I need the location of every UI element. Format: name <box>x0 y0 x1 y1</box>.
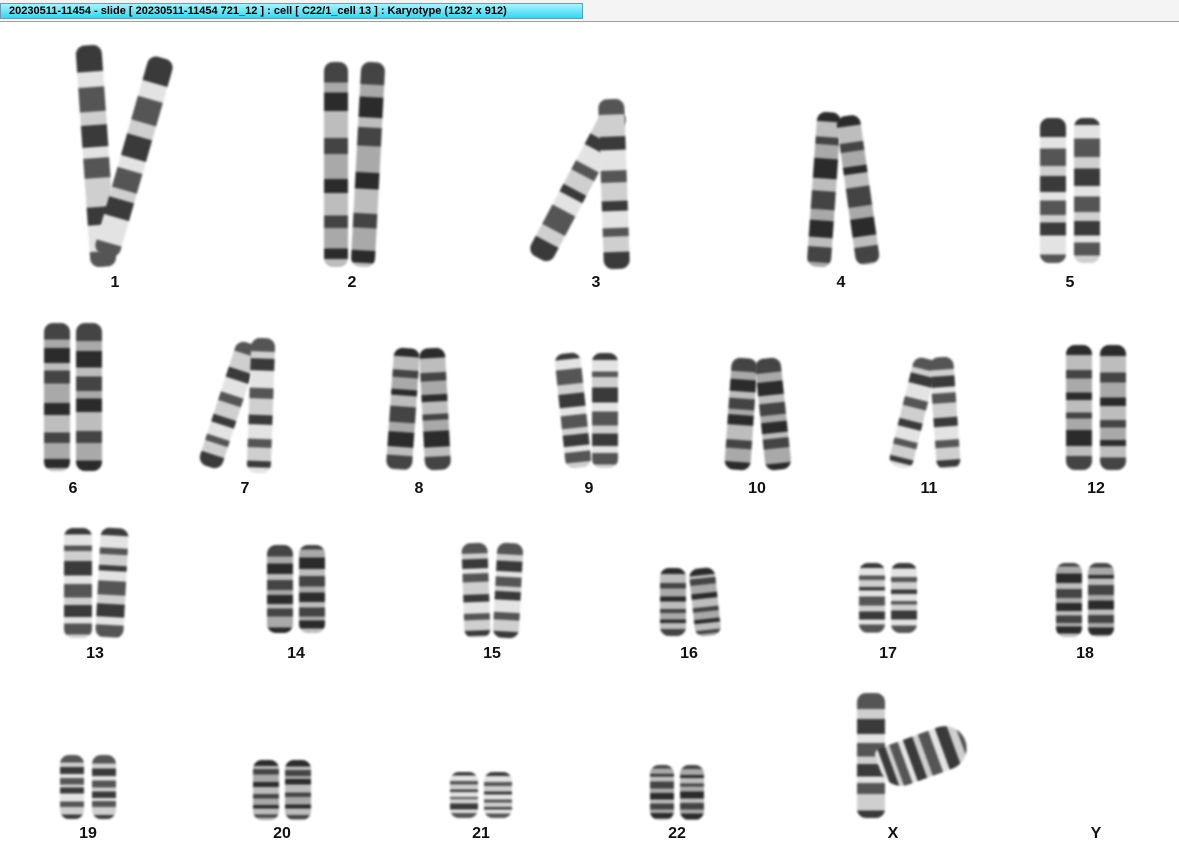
chromosome-5-a[interactable] <box>1040 118 1066 263</box>
chromosome-3-b[interactable] <box>598 98 630 270</box>
chromosome-13-a[interactable] <box>64 528 92 638</box>
chromosome-6-a[interactable] <box>44 323 70 471</box>
chromosome-4-b[interactable] <box>835 113 881 266</box>
chromosome-label-6: 6 <box>68 480 78 497</box>
chromosome-label-5: 5 <box>1065 274 1075 291</box>
chromosome-16-b[interactable] <box>688 566 722 638</box>
chromosome-label-15: 15 <box>483 645 501 662</box>
chromosome-21-b[interactable] <box>484 772 512 818</box>
chromosome-8-a[interactable] <box>385 347 421 471</box>
chromosome-label-9: 9 <box>584 480 594 497</box>
chromosome-9-b[interactable] <box>592 353 618 468</box>
chromosome-12-b[interactable] <box>1100 345 1126 470</box>
chromosome-20-a[interactable] <box>253 760 279 820</box>
chromosome-label-14: 14 <box>287 645 305 662</box>
chromosome-16-a[interactable] <box>660 568 686 636</box>
chromosome-7-b[interactable] <box>246 337 276 473</box>
window-title-tab[interactable]: 20230511-11454 - slide [ 20230511-11454 … <box>0 3 583 19</box>
chromosome-5-b[interactable] <box>1074 118 1100 263</box>
chromosome-label-16: 16 <box>680 645 698 662</box>
chromosome-label-3: 3 <box>591 274 601 291</box>
chromosome-15-b[interactable] <box>492 542 524 639</box>
chromosome-15-a[interactable] <box>461 542 491 639</box>
chromosome-label-21: 21 <box>472 825 490 842</box>
chromosome-17-b[interactable] <box>891 563 917 633</box>
chromosome-label-17: 17 <box>879 645 897 662</box>
chromosome-label-22: 22 <box>668 825 686 842</box>
chromosome-label-8: 8 <box>414 480 424 497</box>
chromosome-label-10: 10 <box>748 480 766 497</box>
chromosome-label-x: X <box>887 825 899 842</box>
chromosome-13-b[interactable] <box>95 527 129 639</box>
chromosome-12-a[interactable] <box>1066 345 1092 470</box>
chromosome-label-y: Y <box>1090 825 1102 842</box>
chromosome-label-2: 2 <box>347 274 357 291</box>
chromosome-label-18: 18 <box>1076 645 1094 662</box>
chromosome-9-a[interactable] <box>554 351 592 470</box>
chromosome-8-b[interactable] <box>418 347 452 471</box>
chromosome-label-19: 19 <box>79 825 97 842</box>
chromosome-20-b[interactable] <box>285 760 311 820</box>
chromosome-label-13: 13 <box>86 645 104 662</box>
chromosome-label-20: 20 <box>273 825 291 842</box>
chromosome-18-b[interactable] <box>1088 563 1114 637</box>
chromosome-18-a[interactable] <box>1056 563 1082 637</box>
chromosome-10-a[interactable] <box>724 357 758 471</box>
chromosome-x-b[interactable] <box>873 719 973 792</box>
chromosome-14-a[interactable] <box>267 545 293 633</box>
chromosome-6-b[interactable] <box>76 323 102 471</box>
chromosome-19-a[interactable] <box>60 755 84 819</box>
title-bar: 20230511-11454 - slide [ 20230511-11454 … <box>0 0 1179 22</box>
chromosome-22-a[interactable] <box>650 765 674 820</box>
chromosome-21-a[interactable] <box>450 772 478 818</box>
chromosome-19-b[interactable] <box>92 755 116 819</box>
chromosome-label-4: 4 <box>836 274 846 291</box>
chromosome-17-a[interactable] <box>859 563 885 633</box>
chromosome-10-b[interactable] <box>754 356 792 472</box>
chromosome-22-b[interactable] <box>680 765 704 820</box>
karyotype-canvas: 1 2 3 4 5 6 7 8 9 10 11 12 13 14 15 16 17 18 19 20 21 22 X Y <box>0 22 1179 853</box>
chromosome-label-7: 7 <box>240 480 250 497</box>
chromosome-2-a[interactable] <box>324 62 348 267</box>
chromosome-label-11: 11 <box>920 480 938 497</box>
chromosome-label-1: 1 <box>110 274 120 291</box>
chromosome-2-b[interactable] <box>350 61 386 268</box>
chromosome-4-a[interactable] <box>806 111 842 268</box>
chromosome-11-b[interactable] <box>929 356 961 470</box>
chromosome-14-b[interactable] <box>299 545 325 633</box>
chromosome-label-12: 12 <box>1087 480 1105 497</box>
